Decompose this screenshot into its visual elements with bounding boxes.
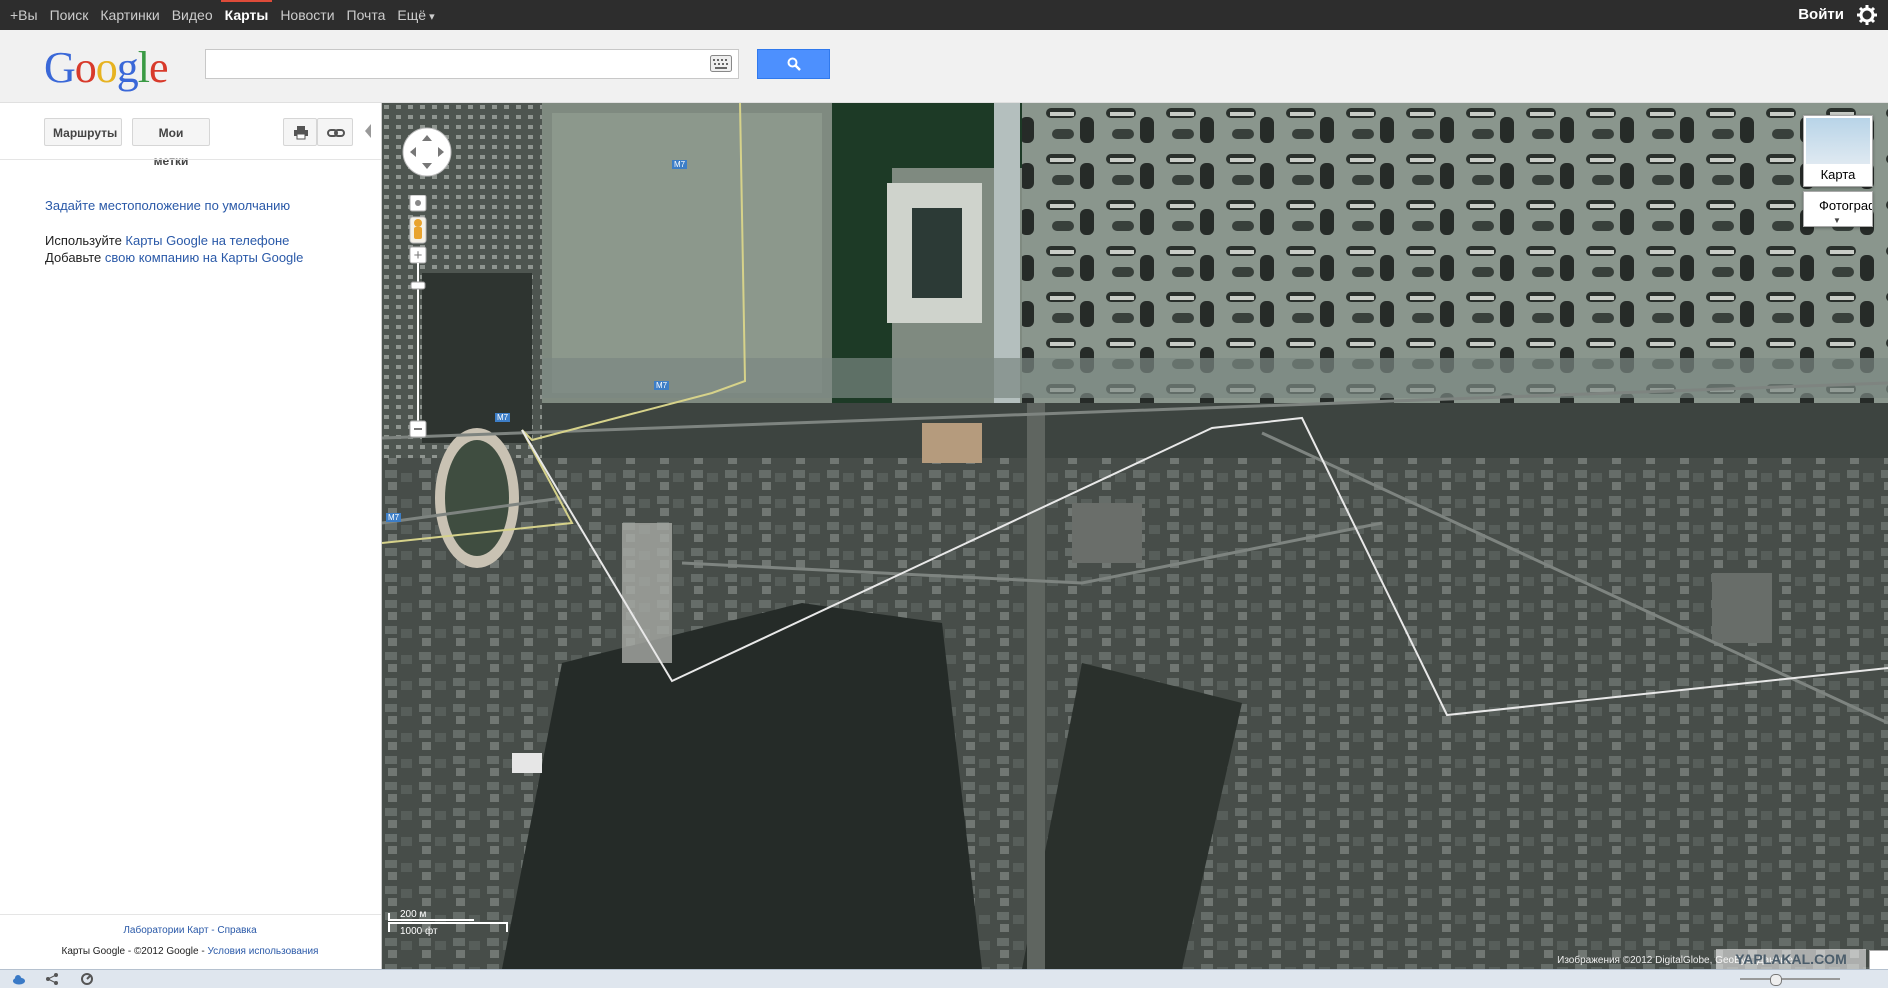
browser-status-bar: [0, 969, 1888, 988]
resize-corner-icon[interactable]: [1869, 950, 1888, 969]
nav-video[interactable]: Видео: [172, 7, 213, 23]
footer-copyright: Карты Google - ©2012 Google - Условия ис…: [0, 946, 380, 957]
labs-help-link[interactable]: Лаборатории Карт - Справка: [123, 925, 256, 936]
collapse-panel-icon[interactable]: [365, 124, 371, 138]
search-button[interactable]: [757, 49, 830, 79]
browser-zoom-knob[interactable]: [1770, 974, 1782, 986]
nav-search[interactable]: Поиск: [50, 7, 89, 23]
chevron-down-icon: ▼: [1833, 216, 1841, 225]
print-button[interactable]: [283, 118, 317, 146]
login-link[interactable]: Войти: [1798, 6, 1844, 23]
nav-more[interactable]: Ещё: [397, 7, 434, 23]
top-nav: +Вы Поиск Картинки Видео Карты Новости П…: [10, 0, 447, 30]
link-button[interactable]: [317, 118, 353, 146]
left-panel: Маршруты Мои метки Задайте местоположени…: [0, 103, 382, 987]
search-icon: [787, 57, 801, 71]
scale-bar: 200 м 1000 фт: [388, 909, 508, 943]
footer-links: Лаборатории Карт - Справка: [0, 925, 380, 936]
panel-divider: [0, 159, 381, 160]
link-icon: [327, 129, 345, 137]
svg-text:+: +: [414, 247, 423, 264]
footer-divider: [0, 914, 381, 915]
terms-link[interactable]: Условия использования: [207, 946, 318, 957]
watermark: YAPLAKAL.COM: [1716, 949, 1866, 969]
search-input[interactable]: [212, 50, 696, 78]
header: Google: [0, 30, 1888, 103]
share-icon[interactable]: [45, 973, 59, 985]
road-label: M7: [386, 513, 402, 522]
mobile-promo-prefix: Используйте: [45, 233, 126, 248]
nav-maps[interactable]: Карты: [220, 0, 272, 23]
set-default-location-line: Задайте местоположение по умолчанию: [45, 198, 290, 213]
add-business-link[interactable]: свою компанию на Карты Google: [105, 250, 304, 265]
mobile-promo-line: Используйте Карты Google на телефоне: [45, 233, 289, 248]
nav-images[interactable]: Картинки: [100, 7, 159, 23]
world-map-thumbnail: [1806, 118, 1870, 164]
search-box: [205, 49, 739, 79]
pan-control[interactable]: [402, 127, 452, 177]
cloud-icon[interactable]: [12, 973, 26, 985]
my-places-button[interactable]: Мои метки: [132, 118, 210, 168]
speed-icon[interactable]: [80, 973, 94, 985]
routes-button[interactable]: Маршруты: [44, 118, 122, 146]
road-label: M7: [495, 413, 511, 422]
business-promo-prefix: Добавьте: [45, 250, 105, 265]
nav-mail[interactable]: Почта: [347, 7, 386, 23]
zoom-control[interactable]: +: [404, 195, 432, 455]
photo-mode-button[interactable]: Фотограф ▼: [1803, 191, 1873, 227]
nav-news[interactable]: Новости: [280, 7, 334, 23]
nav-plus-you[interactable]: +Вы: [10, 7, 38, 23]
map-view[interactable]: M7 M7 M7 M7 + Карта Фотограф ▼ 200 м 100…: [382, 103, 1888, 969]
copyright-text: Карты Google - ©2012 Google -: [61, 946, 208, 957]
road-label: M7: [672, 160, 688, 169]
set-default-location-link[interactable]: Задайте местоположение по умолчанию: [45, 198, 290, 213]
map-mode-button[interactable]: Карта: [1803, 115, 1873, 187]
keyboard-icon[interactable]: [710, 55, 732, 72]
top-bar: +Вы Поиск Картинки Видео Карты Новости П…: [0, 0, 1888, 30]
road-label: M7: [654, 381, 670, 390]
pegman-icon: [409, 216, 427, 244]
browser-zoom-track[interactable]: [1740, 978, 1840, 980]
print-icon: [294, 126, 308, 140]
mobile-maps-link[interactable]: Карты Google на телефоне: [125, 233, 289, 248]
google-logo[interactable]: Google: [44, 42, 169, 93]
satellite-imagery[interactable]: [382, 103, 1888, 969]
business-promo-line: Добавьте свою компанию на Карты Google: [45, 250, 303, 265]
gear-icon[interactable]: [1856, 4, 1878, 26]
